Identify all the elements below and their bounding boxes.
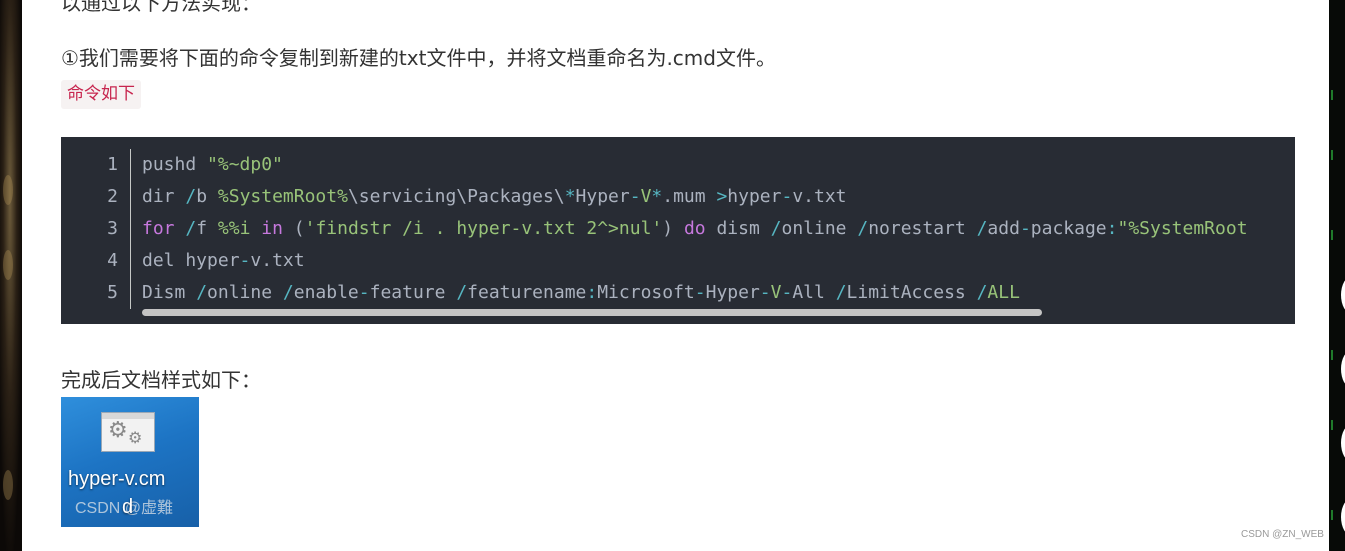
- inline-code: 命令如下: [61, 80, 141, 109]
- gear-icon: ⚙: [108, 418, 128, 443]
- file-name-continuation: d: [122, 496, 134, 518]
- article-step-1: ①我们需要将下面的命令复制到新建的txt文件中，并将文档重命名为.cmd文件。: [61, 46, 776, 70]
- horizontal-scrollbar[interactable]: [142, 309, 1042, 316]
- code-block[interactable]: 1 2 3 4 5 pushd "%~dp0" dir /b %SystemRo…: [61, 137, 1295, 324]
- gear-icon: ⚙: [128, 428, 143, 447]
- line-number: 4: [107, 250, 118, 271]
- file-name: hyper-v.cm: [68, 468, 166, 490]
- line-number: 1: [107, 154, 118, 175]
- code-line: Dism /online /enable-feature /featurenam…: [142, 282, 1020, 303]
- background-dark-panel: [1329, 0, 1345, 551]
- line-number: 5: [107, 282, 118, 303]
- cmd-file-icon: ⚙ ⚙ hyper-v.cm CSDN @虚難 d: [61, 397, 199, 527]
- line-number: 2: [107, 186, 118, 207]
- article-done-label: 完成后文档样式如下：: [61, 368, 261, 392]
- code-lines[interactable]: pushd "%~dp0" dir /b %SystemRoot%\servic…: [142, 149, 1271, 309]
- background-photo-edge: [0, 0, 22, 551]
- code-line: for /f %%i in ('findstr /i . hyper-v.txt…: [142, 218, 1248, 239]
- article-text-partial: 以通过以下方法实现：: [61, 0, 261, 15]
- code-line: del hyper-v.txt: [142, 250, 305, 271]
- code-line: dir /b %SystemRoot%\servicing\Packages\*…: [142, 186, 847, 207]
- window-icon: ⚙ ⚙: [101, 412, 155, 452]
- code-line: pushd "%~dp0": [142, 154, 283, 175]
- line-number: 3: [107, 218, 118, 239]
- page-watermark: CSDN @ZN_WEB: [1241, 529, 1324, 540]
- line-number-gutter: 1 2 3 4 5: [61, 149, 131, 309]
